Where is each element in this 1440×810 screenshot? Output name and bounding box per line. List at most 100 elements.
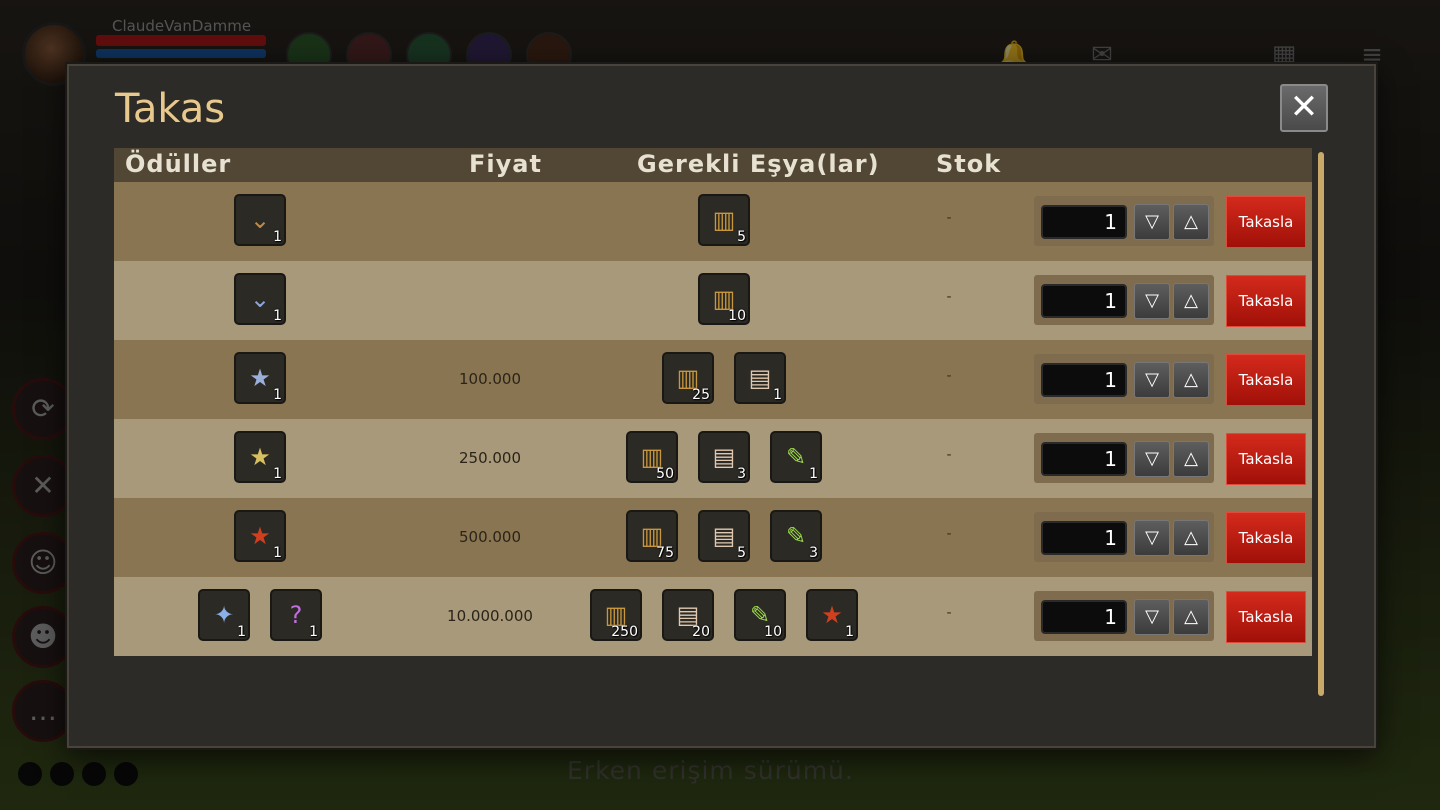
quantity-input[interactable]: 1 (1041, 600, 1127, 634)
table-header: Ödüller Fiyat Gerekli Eşya(lar) Stok (114, 148, 1312, 182)
item-quantity: 3 (809, 545, 818, 561)
document-item-slot[interactable]: ▤ 5 (698, 510, 750, 562)
decrease-button[interactable]: ▽ (1134, 362, 1170, 398)
scrollbar[interactable] (1318, 152, 1324, 696)
quantity-stepper: 1 ▽ △ (1034, 591, 1214, 641)
item-quantity: 1 (309, 624, 318, 640)
sealed-scroll-item-slot[interactable]: ✎ 10 (734, 589, 786, 641)
item-quantity: 3 (737, 466, 746, 482)
increase-button[interactable]: △ (1173, 362, 1209, 398)
winged-globe-badge-item-slot[interactable]: ✦ 1 (198, 589, 250, 641)
item-quantity: 1 (773, 387, 782, 403)
item-quantity: 1 (809, 466, 818, 482)
quantity-input[interactable]: 1 (1041, 363, 1127, 397)
bullets-item-slot[interactable]: ▥ 50 (626, 431, 678, 483)
trade-dialog: Takas ✕ Ödüller Fiyat Gerekli Eşya(lar) … (67, 64, 1376, 748)
item-quantity: 5 (737, 229, 746, 245)
decrease-button[interactable]: ▽ (1134, 441, 1170, 477)
document-item-slot[interactable]: ▤ 1 (734, 352, 786, 404)
item-quantity: 50 (656, 466, 674, 482)
decrease-button[interactable]: ▽ (1134, 520, 1170, 556)
quantity-input[interactable]: 1 (1041, 205, 1127, 239)
bullets-item-slot[interactable]: ▥ 250 (590, 589, 642, 641)
close-button[interactable]: ✕ (1280, 84, 1328, 132)
document-item-slot[interactable]: ▤ 20 (662, 589, 714, 641)
item-quantity: 1 (273, 387, 282, 403)
quantity-stepper: 1 ▽ △ (1034, 354, 1214, 404)
close-icon: ✕ (1289, 87, 1319, 127)
trade-table: Ödüller Fiyat Gerekli Eşya(lar) Stok ⌄ 1 ▥… (114, 148, 1312, 656)
decrease-button[interactable]: ▽ (1134, 283, 1170, 319)
dialog-title: Takas (115, 86, 226, 132)
trade-button[interactable]: Takasla (1226, 591, 1306, 643)
quantity-stepper: 1 ▽ △ (1034, 275, 1214, 325)
item-quantity: 1 (845, 624, 854, 640)
item-quantity: 1 (273, 308, 282, 324)
table-row: ★ 1 500.000 ▥ 75 ▤ 5 ✎ 3-1 ▽ △ Takasla (114, 498, 1312, 577)
table-body: ⌄ 1 ▥ 5-1 ▽ △ Takasla ⌄ 1 ▥ 10-1 ▽ △ Takasla ★ 1 100.000… (114, 182, 1312, 656)
quantity-input[interactable]: 1 (1041, 521, 1127, 555)
item-quantity: 1 (273, 229, 282, 245)
bullets-item-slot[interactable]: ▥ 75 (626, 510, 678, 562)
quantity-stepper: 1 ▽ △ (1034, 433, 1214, 483)
increase-button[interactable]: △ (1173, 204, 1209, 240)
item-quantity: 1 (237, 624, 246, 640)
bullets-item-slot[interactable]: ▥ 25 (662, 352, 714, 404)
star-chevron-badge-item-slot[interactable]: ★ 1 (234, 352, 286, 404)
document-item-slot[interactable]: ▤ 3 (698, 431, 750, 483)
header-price: Fiyat (469, 150, 542, 178)
trade-button[interactable]: Takasla (1226, 512, 1306, 564)
increase-button[interactable]: △ (1173, 520, 1209, 556)
header-rewards: Ödüller (125, 150, 232, 178)
price-value: 250.000 (458, 449, 522, 467)
increase-button[interactable]: △ (1173, 283, 1209, 319)
price-value: 500.000 (458, 528, 522, 546)
trade-button[interactable]: Takasla (1226, 433, 1306, 485)
gold-star-medal-item-slot[interactable]: ★ 1 (234, 431, 286, 483)
mystery-chest-item-slot[interactable]: ? 1 (270, 589, 322, 641)
table-row: ⌄ 1 ▥ 10-1 ▽ △ Takasla (114, 261, 1312, 340)
bullets-item-slot[interactable]: ▥ 10 (698, 273, 750, 325)
red-star-medal-item-slot[interactable]: ★ 1 (806, 589, 858, 641)
increase-button[interactable]: △ (1173, 599, 1209, 635)
quantity-stepper: 1 ▽ △ (1034, 196, 1214, 246)
item-quantity: 10 (728, 308, 746, 324)
stock-value: - (946, 605, 952, 621)
item-quantity: 1 (273, 545, 282, 561)
item-quantity: 25 (692, 387, 710, 403)
item-quantity: 75 (656, 545, 674, 561)
item-quantity: 20 (692, 624, 710, 640)
header-required-items: Gerekli Eşya(lar) (637, 150, 880, 178)
stock-value: - (946, 210, 952, 226)
table-row: ★ 1 250.000 ▥ 50 ▤ 3 ✎ 1-1 ▽ △ Takasla (114, 419, 1312, 498)
trade-button[interactable]: Takasla (1226, 196, 1306, 248)
price-value: 100.000 (458, 370, 522, 388)
increase-button[interactable]: △ (1173, 441, 1209, 477)
quantity-input[interactable]: 1 (1041, 442, 1127, 476)
table-row: ★ 1 100.000 ▥ 25 ▤ 1-1 ▽ △ Takasla (114, 340, 1312, 419)
table-row: ✦ 1? 1 10.000.000 ▥ 250 ▤ 20 ✎ 10 ★ 1-1 ▽ △ Takasla (114, 577, 1312, 656)
sealed-scroll-item-slot[interactable]: ✎ 1 (770, 431, 822, 483)
stock-value: - (946, 447, 952, 463)
stock-value: - (946, 526, 952, 542)
decrease-button[interactable]: ▽ (1134, 599, 1170, 635)
price-value: 10.000.000 (447, 607, 533, 625)
red-star-medal-item-slot[interactable]: ★ 1 (234, 510, 286, 562)
quantity-input[interactable]: 1 (1041, 284, 1127, 318)
item-quantity: 5 (737, 545, 746, 561)
quantity-stepper: 1 ▽ △ (1034, 512, 1214, 562)
trade-button[interactable]: Takasla (1226, 275, 1306, 327)
decrease-button[interactable]: ▽ (1134, 204, 1170, 240)
item-quantity: 10 (764, 624, 782, 640)
trade-button[interactable]: Takasla (1226, 354, 1306, 406)
stock-value: - (946, 289, 952, 305)
header-stock: Stok (936, 150, 1002, 178)
item-quantity: 250 (611, 624, 638, 640)
table-row: ⌄ 1 ▥ 5-1 ▽ △ Takasla (114, 182, 1312, 261)
bronze-badge-item-slot[interactable]: ⌄ 1 (234, 194, 286, 246)
sealed-scroll-item-slot[interactable]: ✎ 3 (770, 510, 822, 562)
stock-value: - (946, 368, 952, 384)
bullets-item-slot[interactable]: ▥ 5 (698, 194, 750, 246)
item-quantity: 1 (273, 466, 282, 482)
silver-chevron-badge-item-slot[interactable]: ⌄ 1 (234, 273, 286, 325)
